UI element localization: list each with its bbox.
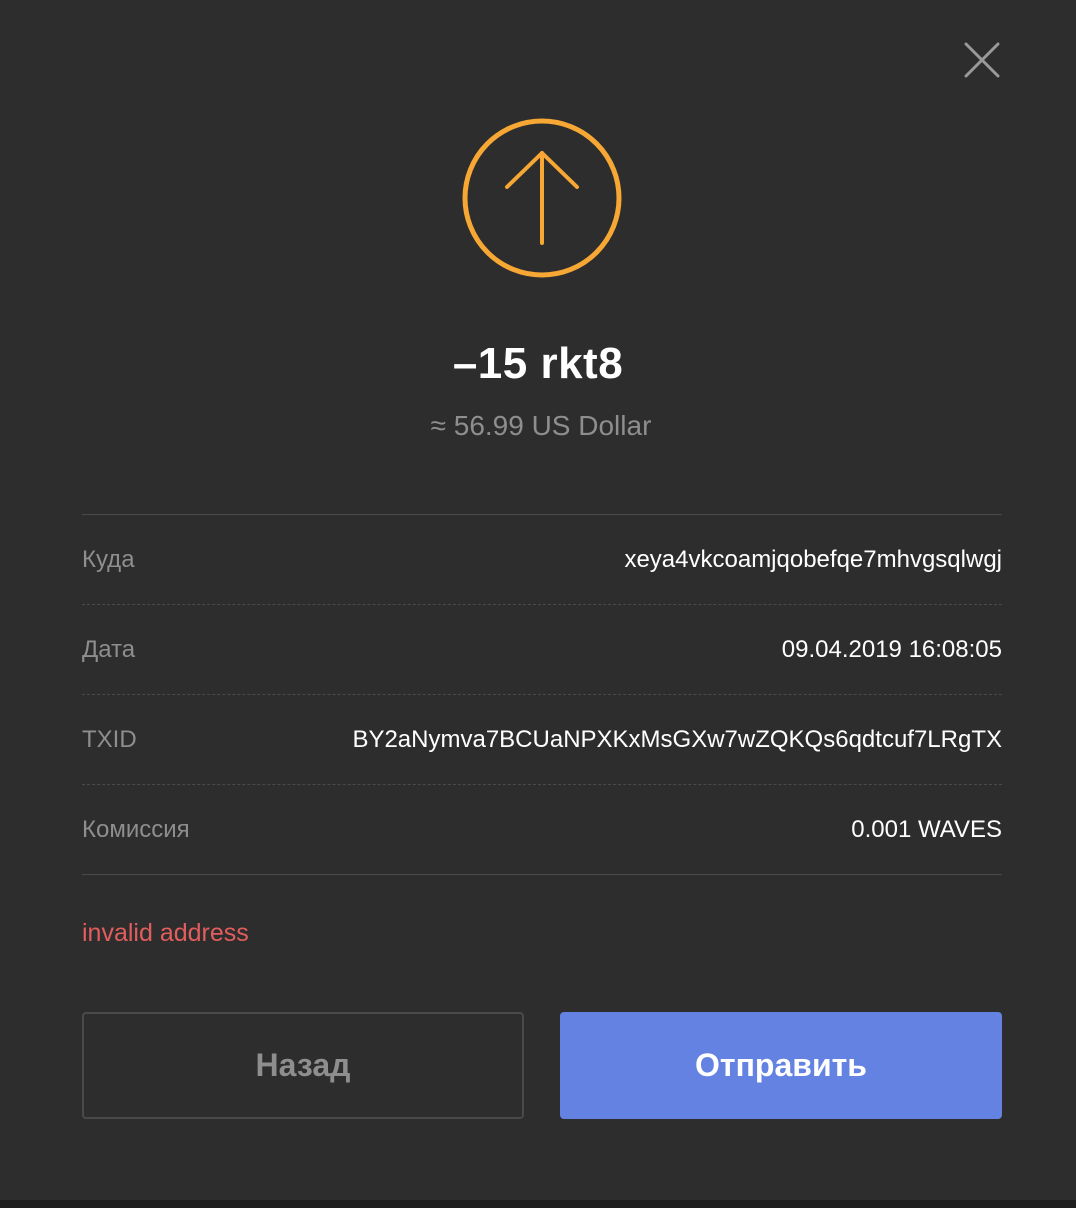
back-button[interactable]: Назад (82, 1012, 524, 1119)
close-button[interactable] (962, 40, 1002, 80)
recipient-label: Куда (82, 545, 135, 573)
fee-value: 0.001 WAVES (851, 815, 1002, 843)
txid-value: BY2aNymva7BCUaNPXKxMsGXw7wZQKQs6qdtcuf7L… (352, 725, 1002, 753)
fee-label: Комиссия (82, 815, 190, 843)
detail-row-fee: Комиссия 0.001 WAVES (82, 785, 1002, 875)
recipient-value: xeya4vkcoamjqobefqe7mhvgsqlwgj (624, 545, 1002, 573)
transaction-amount: –15 rkt8 (452, 339, 624, 388)
date-label: Дата (82, 635, 136, 663)
detail-row-txid: TXID BY2aNymva7BCUaNPXKxMsGXw7wZQKQs6qdt… (82, 695, 1002, 785)
fiat-equivalent: ≈ 56.99 US Dollar (430, 410, 652, 441)
txid-label: TXID (82, 725, 137, 753)
transaction-details: Куда xeya4vkcoamjqobefqe7mhvgsqlwgj Дата… (82, 514, 1002, 875)
detail-row-recipient: Куда xeya4vkcoamjqobefqe7mhvgsqlwgj (82, 515, 1002, 605)
send-button[interactable]: Отправить (560, 1012, 1002, 1119)
send-confirmation-modal: –15 rkt8 ≈ 56.99 US Dollar Куда xeya4vkc… (0, 0, 1076, 1200)
error-message: invalid address (82, 919, 249, 947)
detail-row-date: Дата 09.04.2019 16:08:05 (82, 605, 1002, 695)
close-icon (964, 42, 1000, 78)
arrow-up-circle-icon (461, 117, 623, 279)
date-value: 09.04.2019 16:08:05 (781, 635, 1002, 663)
